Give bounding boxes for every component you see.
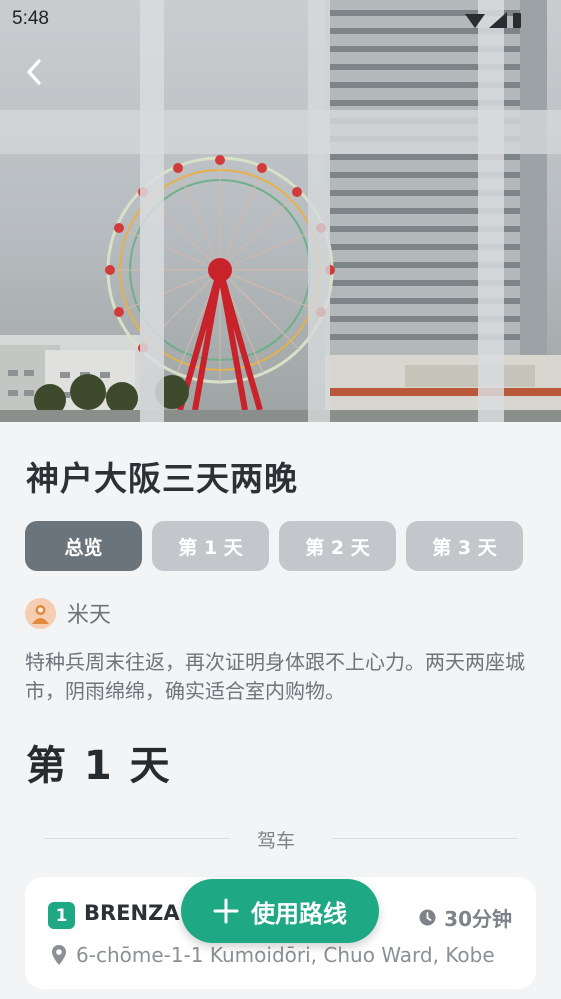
status-time: 5:48 [12, 8, 49, 29]
stop-address: 6-chōme-1-1 Kumoidōri, Chuo Ward, Kobe [51, 943, 495, 967]
stop-duration: 30分钟 [419, 903, 512, 932]
divider-left [44, 838, 230, 839]
avatar[interactable] [25, 597, 56, 629]
back-button[interactable] [14, 52, 54, 92]
tab-overview[interactable]: 总览 [25, 521, 142, 571]
tab-day-2[interactable]: 第 2 天 [279, 521, 396, 571]
clock-icon [419, 909, 436, 926]
location-pin-icon [52, 945, 66, 965]
transport-mode: 驾车 [256, 830, 295, 852]
stop-number-badge: 1 [48, 902, 75, 929]
use-route-button[interactable]: 使用路线 [181, 879, 379, 943]
plus-icon [213, 898, 239, 924]
author-row[interactable]: 米天 [25, 597, 111, 629]
author-name: 米天 [67, 603, 112, 628]
signal-battery-icon [465, 12, 521, 28]
stop-name: BRENZA [84, 901, 180, 925]
day-tabs: 总览 第 1 天 第 2 天 第 3 天 [25, 521, 523, 571]
hero-photo [0, 0, 561, 422]
tab-day-3[interactable]: 第 3 天 [406, 521, 523, 571]
status-bar: 5:48 [0, 0, 561, 40]
trip-title: 神户大阪三天两晚 [26, 459, 298, 498]
stop-address-text: 6-chōme-1-1 Kumoidōri, Chuo Ward, Kobe [76, 943, 495, 967]
divider-right [332, 838, 518, 839]
stop-duration-text: 30分钟 [444, 907, 512, 931]
day-heading: 第 1 天 [26, 743, 172, 789]
hero-illustration [0, 0, 561, 422]
chevron-left-icon [27, 59, 41, 85]
use-route-label: 使用路线 [251, 899, 347, 928]
tab-day-1[interactable]: 第 1 天 [152, 521, 269, 571]
avatar-icon [25, 597, 56, 629]
trip-description: 特种兵周末往返，再次证明身体跟不上心力。两天两座城市，阴雨绵绵，确实适合室内购物… [25, 650, 525, 703]
